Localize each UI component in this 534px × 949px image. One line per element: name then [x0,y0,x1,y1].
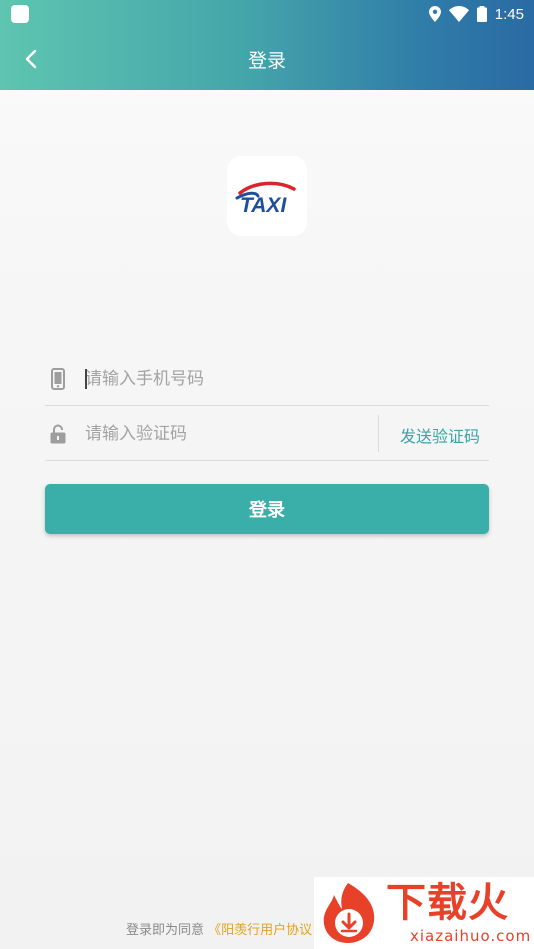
battery-icon [476,6,487,22]
status-bar: 1:45 [0,0,534,28]
footer-agreement: 登录即为同意 《阳羡行用户协议 [126,919,312,938]
send-code-button[interactable]: 发送验证码 [400,423,480,447]
code-input[interactable] [85,420,365,448]
text-cursor [85,369,87,389]
app-logo: TAXI [227,156,307,236]
location-icon [428,6,441,22]
status-time: 1:45 [494,5,524,23]
page-title: 登录 [247,50,286,72]
taxi-logo: TAXI [235,181,296,216]
status-right: 1:45 [428,4,524,24]
login-form: 发送验证码 [45,351,489,461]
agreement-link[interactable]: 《阳羡行用户协议 [208,923,312,938]
phone-input[interactable] [85,365,405,393]
watermark-en: xiazaihuo.com [410,927,532,945]
app-notification-icon [11,5,29,23]
wifi-icon [448,6,469,22]
lock-icon [48,423,68,445]
code-row: 发送验证码 [45,406,489,461]
logo-text: TAXI [240,194,287,216]
watermark-cn: 下载火 [386,880,509,926]
phone-icon [48,368,68,390]
header: 1:45 登录 [0,0,534,90]
footer-prefix: 登录即为同意 [126,923,205,938]
login-button[interactable]: 登录 [45,484,489,534]
flame-download-icon [323,883,375,943]
vertical-divider [378,415,379,452]
phone-row [45,351,489,406]
watermark: 下载火 xiazaihuo.com [314,877,534,949]
title-bar: 登录 [0,38,534,80]
